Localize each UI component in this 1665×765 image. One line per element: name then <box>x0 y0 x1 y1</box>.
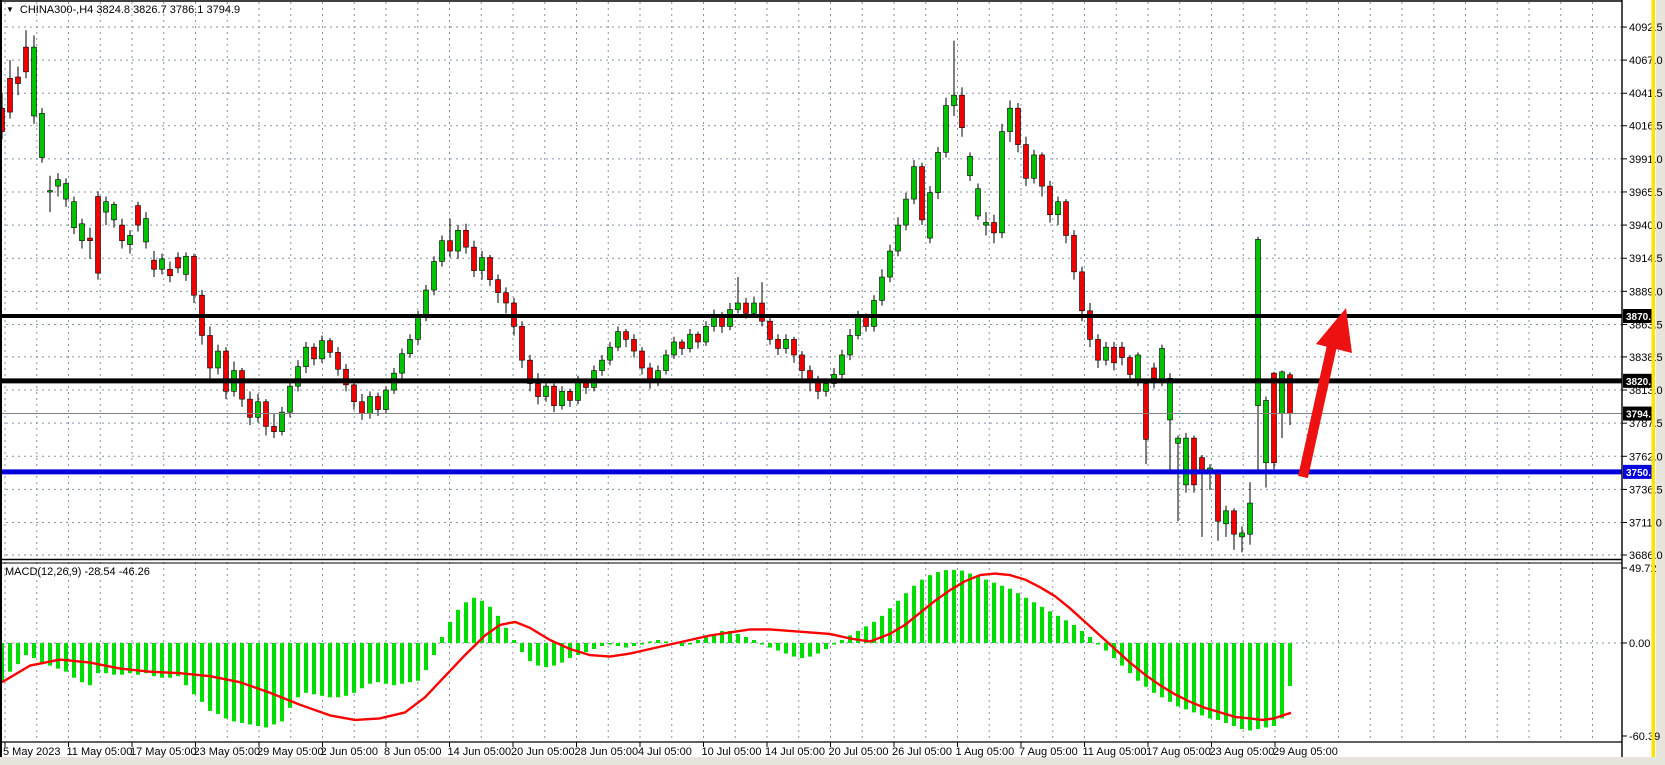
svg-text:4067.0: 4067.0 <box>1629 55 1663 67</box>
chevron-down-icon[interactable]: ▼ <box>6 5 14 14</box>
chart-canvas[interactable]: 4092.5 4067.0 4041.5 4016.5 3991.0 3965.5 3940… <box>0 0 1665 765</box>
high-value: 3826.7 <box>133 4 167 16</box>
svg-text:1 Aug 05:00: 1 Aug 05:00 <box>956 746 1015 758</box>
svg-text:0.00: 0.00 <box>1629 638 1650 650</box>
macd-indicator-label: MACD(12,26,9) -28.54 -46.26 <box>5 566 150 578</box>
svg-text:28 Jun 05:00: 28 Jun 05:00 <box>575 746 639 758</box>
svg-text:29 Aug 05:00: 29 Aug 05:00 <box>1273 746 1338 758</box>
symbol-ohlc-header: ▼ CHINA300-,H4 3824.8 3826.7 3786.1 3794.… <box>6 4 240 16</box>
svg-text:17 May 05:00: 17 May 05:00 <box>130 746 197 758</box>
svg-text:3736.5: 3736.5 <box>1629 484 1663 496</box>
svg-text:-60.39: -60.39 <box>1629 731 1660 743</box>
svg-text:14 Jul 05:00: 14 Jul 05:00 <box>765 746 825 758</box>
svg-text:4092.5: 4092.5 <box>1629 22 1663 34</box>
svg-text:3686.0: 3686.0 <box>1629 550 1663 562</box>
svg-text:11 Aug 05:00: 11 Aug 05:00 <box>1083 746 1147 758</box>
svg-text:26 Jul 05:00: 26 Jul 05:00 <box>892 746 952 758</box>
svg-text:23 Aug 05:00: 23 Aug 05:00 <box>1210 746 1275 758</box>
svg-text:23 May 05:00: 23 May 05:00 <box>194 746 261 758</box>
svg-text:5 May 2023: 5 May 2023 <box>3 746 60 758</box>
svg-text:3838.5: 3838.5 <box>1629 352 1663 364</box>
open-value: 3824.8 <box>96 4 130 16</box>
svg-text:20 Jun 05:00: 20 Jun 05:00 <box>511 746 575 758</box>
svg-text:17 Aug 05:00: 17 Aug 05:00 <box>1146 746 1211 758</box>
svg-text:3965.5: 3965.5 <box>1629 187 1663 199</box>
svg-text:20 Jul 05:00: 20 Jul 05:00 <box>829 746 889 758</box>
svg-text:8 Jun 05:00: 8 Jun 05:00 <box>384 746 442 758</box>
close-value: 3794.9 <box>207 4 241 16</box>
yellow-edge-line <box>1652 0 1656 757</box>
symbol-period-label: CHINA300-,H4 <box>20 4 93 16</box>
svg-text:3711.0: 3711.0 <box>1629 518 1662 530</box>
svg-text:10 Jul 05:00: 10 Jul 05:00 <box>702 746 762 758</box>
svg-text:3762.0: 3762.0 <box>1629 451 1663 463</box>
svg-text:4041.5: 4041.5 <box>1629 88 1663 100</box>
svg-text:3889.0: 3889.0 <box>1629 286 1663 298</box>
svg-text:14 Jun 05:00: 14 Jun 05:00 <box>448 746 512 758</box>
svg-text:3914.5: 3914.5 <box>1629 253 1663 265</box>
trading-chart-window: 4092.5 4067.0 4041.5 4016.5 3991.0 3965.5 3940… <box>0 0 1665 765</box>
svg-text:11 May 05:00: 11 May 05:00 <box>67 746 133 758</box>
low-value: 3786.1 <box>170 4 204 16</box>
svg-text:3991.0: 3991.0 <box>1629 154 1663 166</box>
svg-text:3940.0: 3940.0 <box>1629 220 1663 232</box>
svg-text:4016.5: 4016.5 <box>1629 121 1663 133</box>
svg-text:2 Jun 05:00: 2 Jun 05:00 <box>321 746 379 758</box>
svg-text:29 May 05:00: 29 May 05:00 <box>257 746 324 758</box>
svg-text:4 Jul 05:00: 4 Jul 05:00 <box>638 746 692 758</box>
svg-text:7 Aug 05:00: 7 Aug 05:00 <box>1019 746 1078 758</box>
